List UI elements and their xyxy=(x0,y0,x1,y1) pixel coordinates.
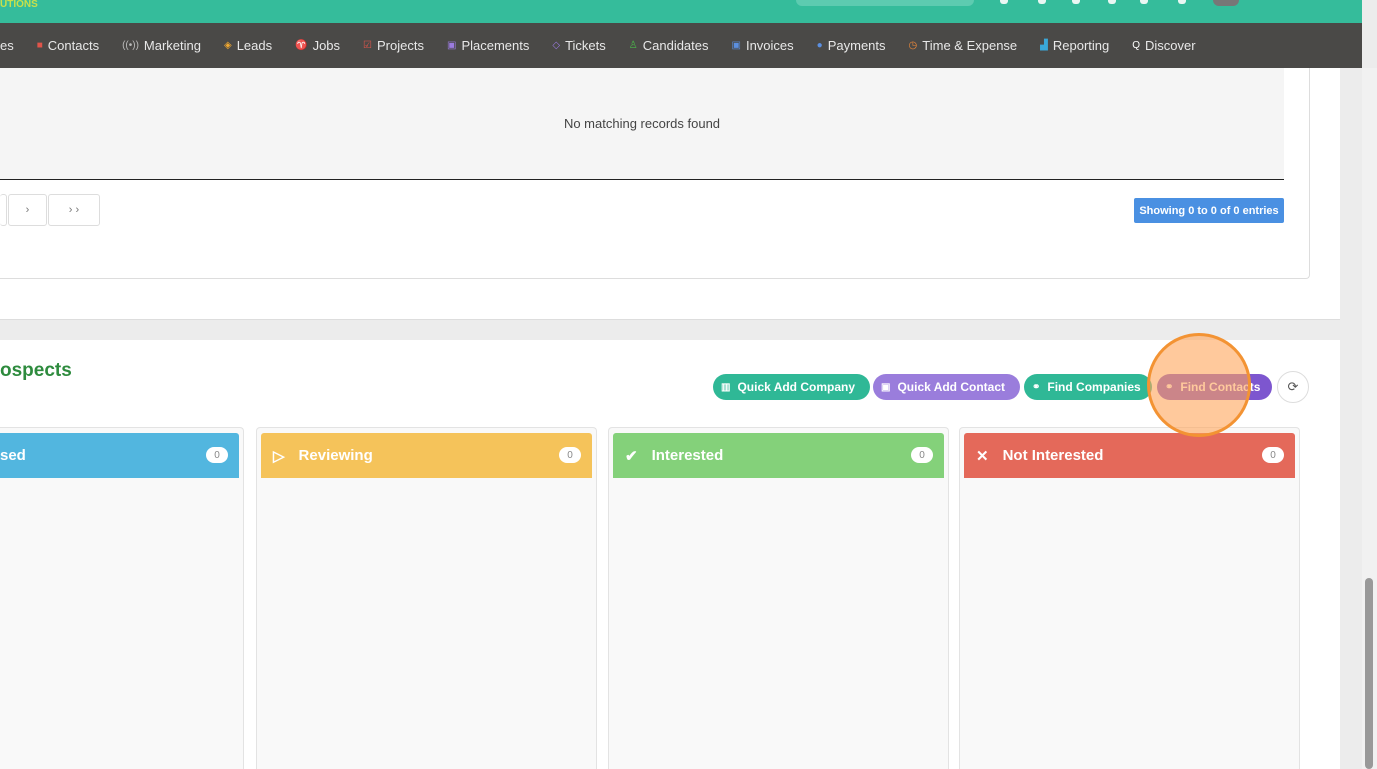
nav-item-label: es xyxy=(0,38,14,53)
global-search-input[interactable] xyxy=(796,0,974,6)
nav-item-contacts[interactable]: ■ Contacts xyxy=(37,38,99,53)
play-icon: ▷ xyxy=(273,447,285,465)
users-icon: ♙ xyxy=(628,40,638,51)
column-title: Interested xyxy=(651,447,724,464)
avatar[interactable] xyxy=(1213,0,1239,6)
top-bar: UTIONS xyxy=(0,0,1362,23)
building-icon: ▥ xyxy=(721,381,731,393)
logo: UTIONS xyxy=(0,0,38,10)
nav-item-discover[interactable]: Q Discover xyxy=(1132,38,1195,53)
broadcast-icon: ((•)) xyxy=(122,40,139,51)
column-header: ✕ Not Interested 0 xyxy=(964,433,1295,478)
nav-item-marketing[interactable]: ((•)) Marketing xyxy=(122,38,201,53)
prospects-title: ospects xyxy=(0,360,72,381)
prospects-card: ospects ▥ Quick Add Company ▣ Quick Add Con… xyxy=(0,340,1340,769)
kanban-column: ✔ Interested 0 xyxy=(608,427,949,769)
click-highlight xyxy=(1147,333,1251,437)
nav-item-jobs[interactable]: ♈ Jobs xyxy=(295,38,340,53)
column-title: Reviewing xyxy=(298,447,373,464)
button-label: Find Companies xyxy=(1047,380,1141,394)
nav-item-placements[interactable]: ▣ Placements xyxy=(447,38,529,53)
tag-icon: ◇ xyxy=(552,40,561,51)
nav-item-label: Projects xyxy=(377,38,424,53)
nav-item-invoices[interactable]: ▣ Invoices xyxy=(732,38,794,53)
header-icon[interactable] xyxy=(1072,0,1080,4)
nav-item-candidates[interactable]: ♙ Candidates xyxy=(629,38,709,53)
briefcase-icon: ▣ xyxy=(446,40,457,51)
nav-item-label: Invoices xyxy=(745,38,794,53)
nav-item-es[interactable]: es xyxy=(0,38,14,53)
count-badge: 0 xyxy=(911,447,933,463)
entries-info-badge: Showing 0 to 0 of 0 entries xyxy=(1134,198,1284,223)
nav-item-label: Leads xyxy=(236,38,273,53)
nav-item-label: Payments xyxy=(827,38,886,53)
nav-item-projects[interactable]: ☑ Projects xyxy=(363,38,424,53)
scrollbar-thumb[interactable] xyxy=(1365,578,1373,769)
nav-item-label: Time & Expense xyxy=(922,38,1018,53)
nav-item-label: Jobs xyxy=(312,38,341,53)
nav-item-label: Contacts xyxy=(47,38,100,53)
nav-item-payments[interactable]: ● Payments xyxy=(817,38,886,53)
find-companies-button[interactable]: ⚭ Find Companies xyxy=(1024,374,1152,400)
nav-item-label: Reporting xyxy=(1052,38,1110,53)
kanban-column: ▷ Reviewing 0 xyxy=(256,427,597,769)
header-icon[interactable] xyxy=(1108,0,1116,4)
column-header: ▷ Reviewing 0 xyxy=(261,433,592,478)
column-header: sed 0 xyxy=(0,433,239,478)
pagination-last-button[interactable]: › › xyxy=(48,194,100,226)
count-badge: 0 xyxy=(1262,447,1284,463)
button-label: Quick Add Company xyxy=(737,380,856,394)
quick-add-company-button[interactable]: ▥ Quick Add Company xyxy=(713,374,870,400)
main-nav: es ■ Contacts ((•)) Marketing ◈ Leads ♈ Jobs ☑ Pro… xyxy=(0,23,1362,68)
table-panel: No matching records found › › › Showing … xyxy=(0,68,1310,279)
contact-card-icon: ▣ xyxy=(881,381,891,393)
header-icon[interactable] xyxy=(1000,0,1008,4)
column-title: sed xyxy=(0,447,26,464)
nav-item-reporting[interactable]: ▟ Reporting xyxy=(1040,38,1109,53)
column-title: Not Interested xyxy=(1002,447,1104,464)
records-card: No matching records found › › › Showing … xyxy=(0,68,1340,320)
count-badge: 0 xyxy=(559,447,581,463)
empty-message: No matching records found xyxy=(0,68,1284,180)
button-label: Quick Add Contact xyxy=(897,380,1006,394)
header-icon[interactable] xyxy=(1140,0,1148,4)
clock-icon: ◷ xyxy=(908,40,918,51)
header-icon[interactable] xyxy=(1038,0,1046,4)
contacts-icon: ■ xyxy=(36,40,43,51)
header-icon[interactable] xyxy=(1178,0,1186,4)
count-badge: 0 xyxy=(206,447,228,463)
link-icon: ⚭ xyxy=(1032,381,1041,393)
column-header: ✔ Interested 0 xyxy=(613,433,944,478)
scrollbar[interactable] xyxy=(1362,68,1377,769)
nav-item-label: Candidates xyxy=(642,38,709,53)
bar-chart-icon: ▟ xyxy=(1040,40,1048,51)
nav-item-label: Marketing xyxy=(143,38,201,53)
kanban-column: sed 0 xyxy=(0,427,244,769)
check-icon: ✔ xyxy=(625,447,638,465)
pagination-next-button[interactable]: › xyxy=(8,194,47,226)
kanban-column: ✕ Not Interested 0 xyxy=(959,427,1300,769)
refresh-icon: ⟳ xyxy=(1287,379,1299,394)
trophy-icon: ♈ xyxy=(295,40,308,51)
nav-item-label: Discover xyxy=(1145,38,1196,53)
invoice-icon: ▣ xyxy=(731,40,741,51)
nav-item-tickets[interactable]: ◇ Tickets xyxy=(552,38,605,53)
nav-item-leads[interactable]: ◈ Leads xyxy=(224,38,272,53)
nav-item-time-expense[interactable]: ◷ Time & Expense xyxy=(909,38,1018,53)
nav-item-label: Tickets xyxy=(565,38,606,53)
nav-item-label: Placements xyxy=(461,38,530,53)
pagination-prev-button[interactable] xyxy=(0,194,7,226)
coin-icon: ● xyxy=(816,40,823,51)
refresh-button[interactable]: ⟳ xyxy=(1277,371,1309,403)
checkbox-icon: ☑ xyxy=(363,40,373,51)
quick-add-contact-button[interactable]: ▣ Quick Add Contact xyxy=(873,374,1020,400)
target-icon: ◈ xyxy=(224,40,232,51)
x-icon: ✕ xyxy=(976,447,989,465)
search-icon: Q xyxy=(1132,40,1141,51)
